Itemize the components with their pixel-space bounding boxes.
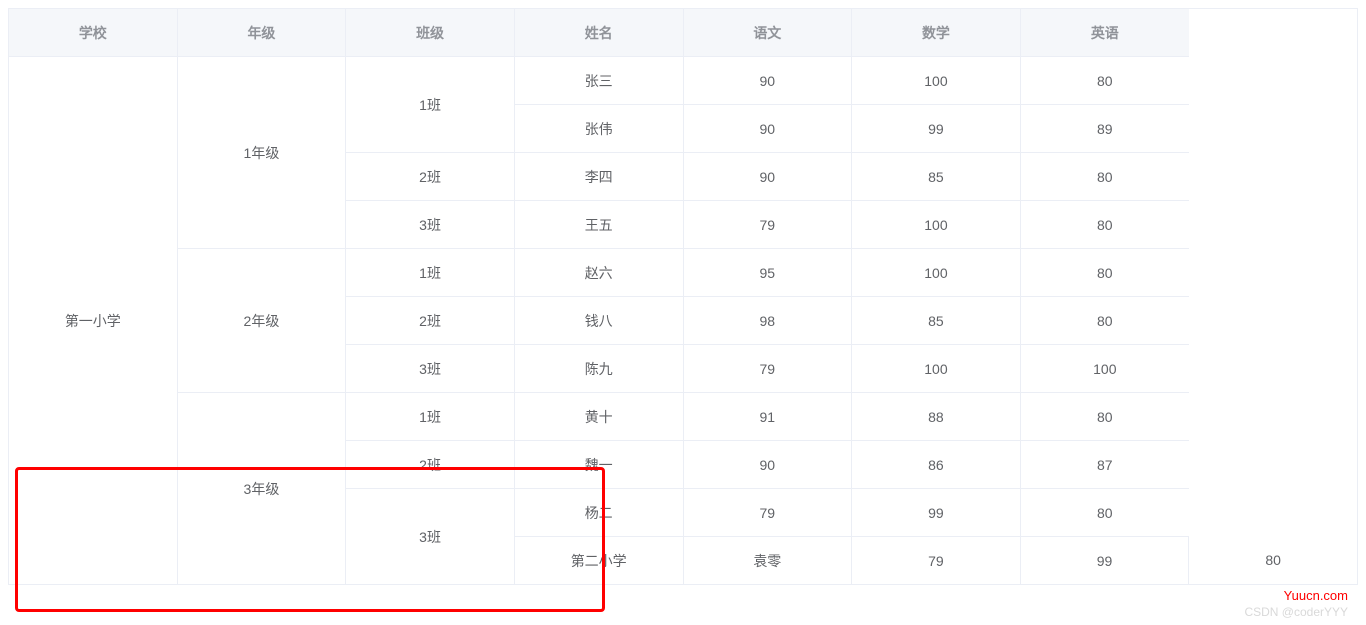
- cell-english: 80: [1020, 201, 1189, 249]
- cell-school: 第二小学: [514, 537, 683, 585]
- cell-class: 1班: [346, 393, 515, 441]
- cell-chinese: 98: [683, 297, 852, 345]
- cell-name: 张伟: [514, 105, 683, 153]
- cell-math: 86: [852, 441, 1021, 489]
- author-watermark: CSDN @coderYYY: [1244, 605, 1348, 619]
- col-name: 姓名: [514, 9, 683, 57]
- col-english: 英语: [1020, 9, 1189, 57]
- cell-math: 100: [852, 345, 1021, 393]
- cell-math: 99: [852, 105, 1021, 153]
- col-school: 学校: [9, 9, 178, 57]
- cell-english: 80: [1020, 297, 1189, 345]
- table-body: 第一小学1年级1班张三9010080张伟9099892班李四9085803班王五…: [9, 57, 1358, 585]
- col-math: 数学: [852, 9, 1021, 57]
- cell-english: 87: [1020, 441, 1189, 489]
- cell-name: 钱八: [514, 297, 683, 345]
- cell-name: 陈九: [514, 345, 683, 393]
- cell-chinese: 95: [683, 249, 852, 297]
- cell-name: 张三: [514, 57, 683, 105]
- cell-chinese: 91: [683, 393, 852, 441]
- cell-chinese: 90: [683, 153, 852, 201]
- cell-class: 2班: [346, 297, 515, 345]
- cell-chinese: 90: [683, 105, 852, 153]
- cell-grade: 3年级: [177, 393, 346, 585]
- col-grade: 年级: [177, 9, 346, 57]
- cell-english: 80: [1020, 249, 1189, 297]
- site-watermark: Yuucn.com: [1284, 588, 1348, 603]
- cell-chinese: 79: [852, 537, 1021, 585]
- cell-class: 2班: [346, 441, 515, 489]
- cell-math: 100: [852, 57, 1021, 105]
- cell-english: 89: [1020, 105, 1189, 153]
- cell-english: 100: [1020, 345, 1189, 393]
- cell-chinese: 79: [683, 345, 852, 393]
- cell-name: 杨二: [514, 489, 683, 537]
- cell-name: 赵六: [514, 249, 683, 297]
- cell-math: 85: [852, 153, 1021, 201]
- cell-name: 魏一: [514, 441, 683, 489]
- cell-class: 1班: [346, 249, 515, 297]
- header-row: 学校 年级 班级 姓名 语文 数学 英语: [9, 9, 1358, 57]
- cell-class: 3班: [346, 201, 515, 249]
- cell-english: 80: [1020, 153, 1189, 201]
- cell-math: 85: [852, 297, 1021, 345]
- cell-math: 100: [852, 249, 1021, 297]
- table-row: 第一小学1年级1班张三9010080: [9, 57, 1358, 105]
- cell-name: 王五: [514, 201, 683, 249]
- cell-english: 80: [1020, 489, 1189, 537]
- cell-grade: 2年级: [177, 249, 346, 393]
- cell-class: 3班: [346, 489, 515, 585]
- cell-chinese: 79: [683, 201, 852, 249]
- cell-chinese: 79: [683, 489, 852, 537]
- cell-grade: 1年级: [177, 57, 346, 249]
- cell-english: 80: [1020, 57, 1189, 105]
- cell-name: 黄十: [514, 393, 683, 441]
- cell-math: 99: [1020, 537, 1189, 585]
- cell-english: 80: [1189, 537, 1358, 585]
- cell-math: 88: [852, 393, 1021, 441]
- cell-math: 100: [852, 201, 1021, 249]
- cell-chinese: 90: [683, 441, 852, 489]
- cell-name: 袁零: [683, 537, 852, 585]
- cell-math: 99: [852, 489, 1021, 537]
- table-row: 2年级1班赵六9510080: [9, 249, 1358, 297]
- cell-english: 80: [1020, 393, 1189, 441]
- table-container: 学校 年级 班级 姓名 语文 数学 英语 第一小学1年级1班张三9010080张…: [0, 0, 1366, 593]
- cell-school: 第一小学: [9, 57, 178, 585]
- student-scores-table: 学校 年级 班级 姓名 语文 数学 英语 第一小学1年级1班张三9010080张…: [8, 8, 1358, 585]
- col-class: 班级: [346, 9, 515, 57]
- cell-chinese: 90: [683, 57, 852, 105]
- table-row: 3年级1班黄十918880: [9, 393, 1358, 441]
- cell-class: 1班: [346, 57, 515, 153]
- col-chinese: 语文: [683, 9, 852, 57]
- cell-name: 李四: [514, 153, 683, 201]
- cell-class: 2班: [346, 153, 515, 201]
- cell-class: 3班: [346, 345, 515, 393]
